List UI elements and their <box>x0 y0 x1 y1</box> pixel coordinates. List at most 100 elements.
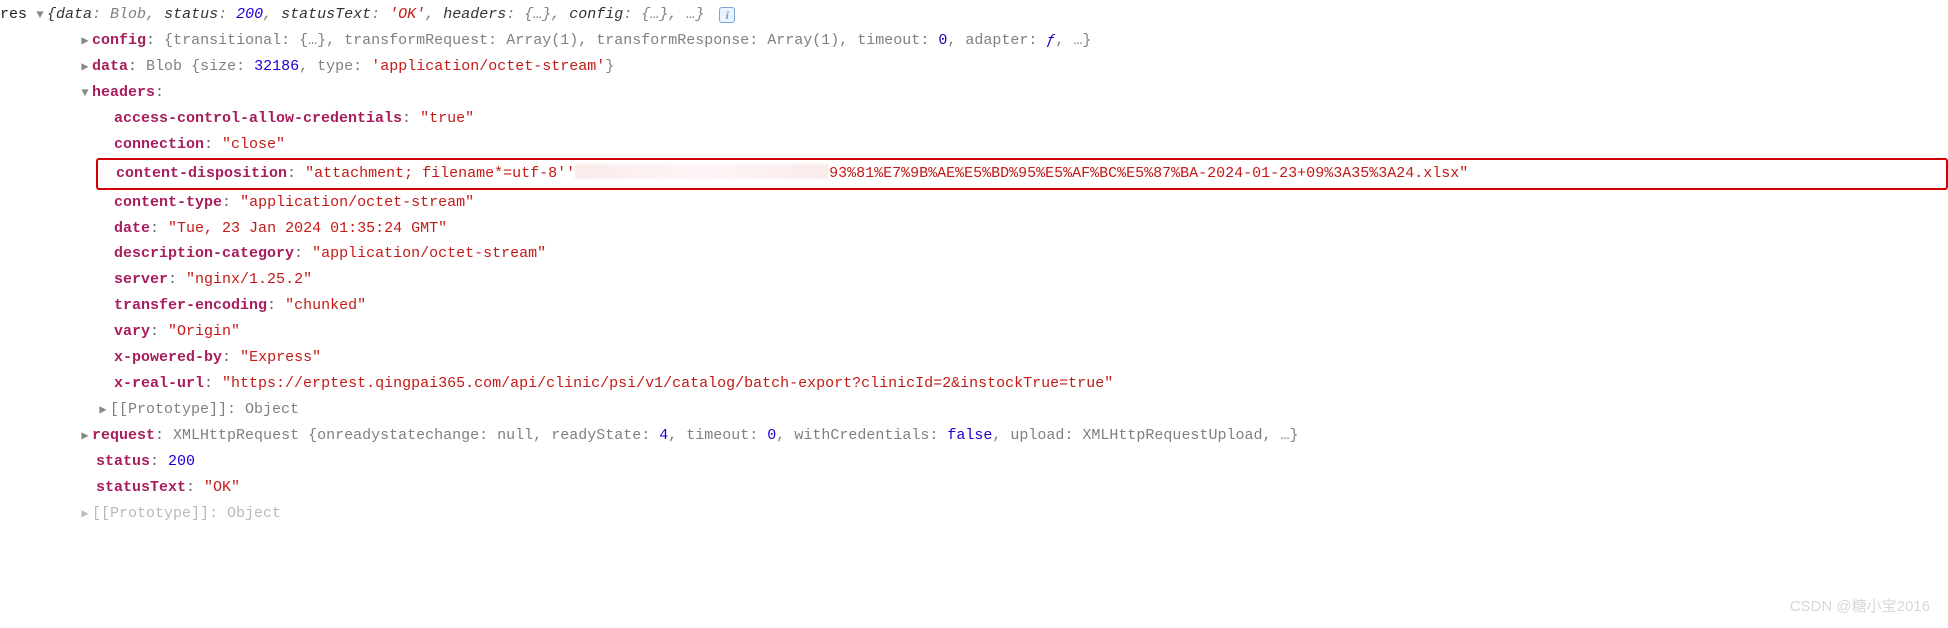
prototype-value: Object <box>227 505 281 522</box>
header-x-real-url: x-real-url: "https://erptest.qingpai365.… <box>0 371 1948 397</box>
config-row[interactable]: ▶ config: {transitional: {…}, transformR… <box>0 28 1948 54</box>
watermark-text: CSDN @糖小宝2016 <box>1790 594 1930 620</box>
onreadystatechange-value: null <box>497 427 533 444</box>
chevron-right-icon[interactable]: ▶ <box>78 57 92 78</box>
redacted-blur <box>575 164 829 179</box>
config-key: config <box>569 6 623 23</box>
vary-key: vary <box>114 323 150 340</box>
xpb-key: x-powered-by <box>114 349 222 366</box>
header-server: server: "nginx/1.25.2" <box>0 267 1948 293</box>
te-key: transfer-encoding <box>114 297 267 314</box>
connection-key: connection <box>114 136 204 153</box>
size-value: 32186 <box>254 58 299 75</box>
timeout-value: 0 <box>767 427 776 444</box>
content-type-value: "application/octet-stream" <box>240 194 474 211</box>
type-value: 'application/octet-stream' <box>371 58 605 75</box>
transformresponse-value: Array(1) <box>767 32 839 49</box>
data-key: data <box>92 58 128 75</box>
headers-prototype-row[interactable]: ▶ [[Prototype]]: Object <box>0 397 1948 423</box>
transformresponse-key: transformResponse <box>596 32 749 49</box>
header-date: date: "Tue, 23 Jan 2024 01:35:24 GMT" <box>0 216 1948 242</box>
header-content-disposition-highlighted: content-disposition: "attachment; filena… <box>96 158 1948 190</box>
withcredentials-key: withCredentials <box>794 427 929 444</box>
date-key: date <box>114 220 150 237</box>
info-icon[interactable]: i <box>719 7 735 23</box>
header-description-category: description-category: "application/octet… <box>0 241 1948 267</box>
statustext-key: statusText <box>96 479 186 496</box>
readystate-value: 4 <box>659 427 668 444</box>
vary-value: "Origin" <box>168 323 240 340</box>
status-key: status <box>96 453 150 470</box>
upload-value: XMLHttpRequestUpload <box>1082 427 1262 444</box>
prototype-value: Object <box>245 401 299 418</box>
blob-type: Blob <box>110 6 146 23</box>
timeout-value: 0 <box>938 32 947 49</box>
content-type-key: content-type <box>114 194 222 211</box>
timeout-key: timeout <box>857 32 920 49</box>
size-key: size <box>200 58 236 75</box>
connection-value: "close" <box>222 136 285 153</box>
upload-key: upload <box>1010 427 1064 444</box>
blob-type: Blob <box>146 58 182 75</box>
statustext-value: "OK" <box>204 479 240 496</box>
header-transfer-encoding: transfer-encoding: "chunked" <box>0 293 1948 319</box>
data-row[interactable]: ▶ data: Blob {size: 32186, type: 'applic… <box>0 54 1948 80</box>
request-type: XMLHttpRequest <box>173 427 299 444</box>
te-value: "chunked" <box>285 297 366 314</box>
transformrequest-value: Array(1) <box>506 32 578 49</box>
transitional-key: transitional <box>173 32 281 49</box>
object-root-row[interactable]: res ▼ {data: Blob, status: 200, statusTe… <box>0 2 1948 28</box>
config-ellipsis: {…} <box>641 6 668 23</box>
header-connection: connection: "close" <box>0 132 1948 158</box>
request-key: request <box>92 427 155 444</box>
timeout-key: timeout <box>686 427 749 444</box>
headers-key: headers <box>443 6 506 23</box>
statustext-key: statusText <box>281 6 371 23</box>
config-key: config <box>92 32 146 49</box>
chevron-right-icon[interactable]: ▶ <box>78 504 92 525</box>
content-disposition-value-1: "attachment; filename*=utf-8'' <box>305 165 575 182</box>
adapter-key: adapter <box>965 32 1028 49</box>
header-access-control: access-control-allow-credentials: "true" <box>0 106 1948 132</box>
header-vary: vary: "Origin" <box>0 319 1948 345</box>
date-value: "Tue, 23 Jan 2024 01:35:24 GMT" <box>168 220 447 237</box>
status-row: status: 200 <box>0 449 1948 475</box>
server-key: server <box>114 271 168 288</box>
chevron-down-icon[interactable]: ▼ <box>33 5 47 26</box>
withcredentials-value: false <box>947 427 992 444</box>
status-key: status <box>164 6 218 23</box>
header-x-powered-by: x-powered-by: "Express" <box>0 345 1948 371</box>
statustext-row: statusText: "OK" <box>0 475 1948 501</box>
transformrequest-key: transformRequest <box>344 32 488 49</box>
prototype-key: [[Prototype]] <box>92 505 209 522</box>
status-value: 200 <box>168 453 195 470</box>
dc-value: "application/octet-stream" <box>312 245 546 262</box>
xru-key: x-real-url <box>114 375 204 392</box>
content-disposition-key: content-disposition <box>116 165 287 182</box>
root-prototype-row[interactable]: ▶ [[Prototype]]: Object <box>0 501 1948 527</box>
statustext-value: 'OK' <box>389 6 425 23</box>
prototype-key: [[Prototype]] <box>110 401 227 418</box>
request-row[interactable]: ▶ request: XMLHttpRequest {onreadystatec… <box>0 423 1948 449</box>
header-content-type: content-type: "application/octet-stream" <box>0 190 1948 216</box>
content-disposition-value-2: 93%81%E7%9B%AE%E5%BD%95%E5%AF%BC%E5%87%B… <box>829 165 1468 182</box>
onreadystatechange-key: onreadystatechange <box>317 427 479 444</box>
closing-brace: , …} <box>668 6 704 23</box>
variable-name: res <box>0 2 33 28</box>
xru-value: "https://erptest.qingpai365.com/api/clin… <box>222 375 1113 392</box>
chevron-down-icon[interactable]: ▼ <box>78 83 92 104</box>
headers-key: headers <box>92 84 155 101</box>
brace: { <box>164 32 173 49</box>
readystate-key: readyState <box>551 427 641 444</box>
headers-row[interactable]: ▼ headers: <box>0 80 1948 106</box>
server-value: "nginx/1.25.2" <box>186 271 312 288</box>
acac-value: "true" <box>420 110 474 127</box>
headers-ellipsis: {…} <box>524 6 551 23</box>
chevron-right-icon[interactable]: ▶ <box>78 426 92 447</box>
chevron-right-icon[interactable]: ▶ <box>78 31 92 52</box>
status-value: 200 <box>236 6 263 23</box>
brace: {data <box>47 6 92 23</box>
xpb-value: "Express" <box>240 349 321 366</box>
chevron-right-icon[interactable]: ▶ <box>96 400 110 421</box>
type-key: type <box>317 58 353 75</box>
